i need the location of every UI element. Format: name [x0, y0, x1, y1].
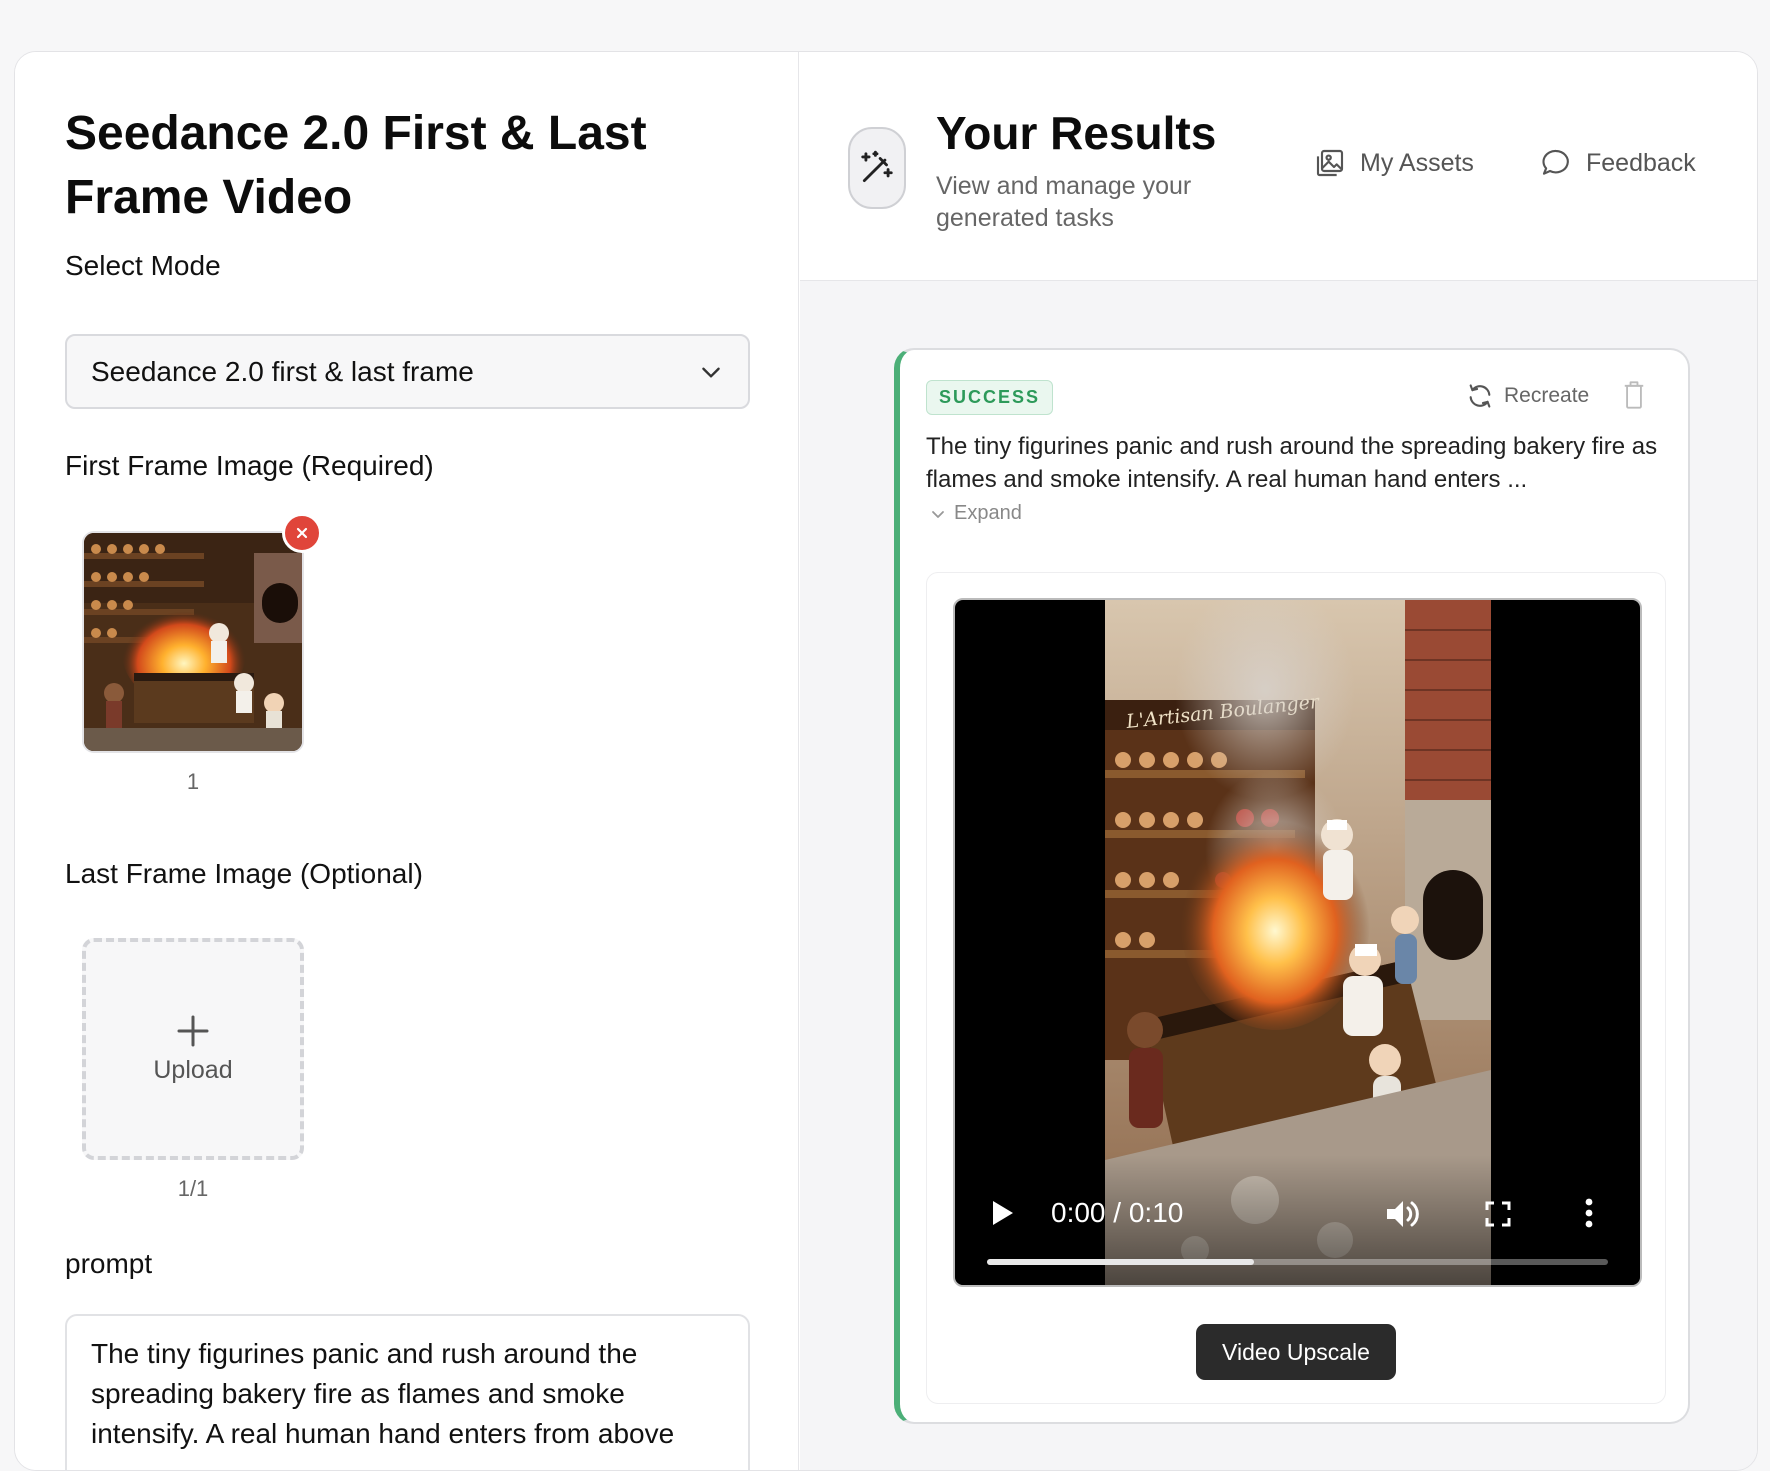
play-icon [993, 1201, 1013, 1225]
status-badge: SUCCESS [926, 380, 1054, 415]
upload-label: Upload [153, 1055, 233, 1084]
fullscreen-icon [1485, 1201, 1511, 1227]
more-options-button[interactable] [1583, 1197, 1595, 1234]
feedback-label: Feedback [1586, 148, 1696, 177]
my-assets-link[interactable]: My Assets [1314, 147, 1474, 179]
video-container: L'Artisan Boulanger [926, 572, 1666, 1404]
play-button[interactable] [991, 1199, 1015, 1232]
refresh-icon [1469, 384, 1491, 408]
first-frame-count: 1 [186, 769, 200, 794]
mode-select-value: Seedance 2.0 first & last frame [91, 355, 474, 387]
last-frame-upload-button[interactable]: Upload [82, 938, 304, 1160]
first-frame-label: First Frame Image (Required) [65, 450, 434, 481]
page-title: Seedance 2.0 First & Last Frame Video [65, 107, 647, 224]
chevron-down-icon [932, 510, 944, 518]
fullscreen-button[interactable] [1485, 1201, 1511, 1232]
magic-wand-icon [861, 150, 893, 183]
last-frame-count: 1/1 [177, 1176, 209, 1201]
volume-button[interactable] [1385, 1197, 1421, 1236]
recreate-label: Recreate [1504, 384, 1590, 407]
prompt-label: prompt [65, 1248, 153, 1279]
gallery-icon [1316, 149, 1344, 177]
my-assets-label: My Assets [1360, 148, 1474, 177]
results-panel: Your Results View and manage your genera… [800, 52, 1757, 1470]
app-window: Seedance 2.0 First & Last Frame Video Se… [14, 51, 1758, 1471]
prompt-textarea[interactable]: The tiny figurines panic and rush around… [65, 1314, 750, 1470]
current-time: 0:00 [1051, 1197, 1106, 1228]
duration: 0:10 [1128, 1197, 1184, 1228]
chevron-down-icon [702, 367, 720, 378]
results-header: Your Results View and manage your genera… [800, 52, 1757, 281]
result-card: SUCCESS Recreate The tiny figurines pani… [894, 348, 1690, 1424]
time-separator: / [1113, 1197, 1122, 1228]
first-frame-image [82, 531, 304, 753]
video-time: 0:00 / 0:10 [1051, 1197, 1183, 1229]
volume-icon [1387, 1201, 1419, 1227]
result-prompt-preview: The tiny figurines panic and rush around… [926, 433, 1658, 493]
video-progress-bar[interactable] [987, 1259, 1608, 1265]
video-upscale-button[interactable]: Video Upscale [1196, 1324, 1396, 1380]
chat-bubble-icon [1542, 149, 1569, 175]
results-title: Your Results [936, 107, 1217, 159]
more-vertical-icon [1585, 1198, 1593, 1228]
feedback-link[interactable]: Feedback [1540, 147, 1696, 179]
expand-toggle[interactable]: Expand [930, 502, 1022, 525]
mode-select[interactable]: Seedance 2.0 first & last frame [65, 334, 750, 409]
close-icon [296, 527, 308, 539]
results-subtitle: View and manage your generated tasks [936, 172, 1192, 232]
select-mode-label: Select Mode [65, 250, 221, 281]
video-controls: 0:00 / 0:10 [955, 1155, 1640, 1285]
video-player[interactable]: L'Artisan Boulanger [953, 598, 1642, 1287]
last-frame-label: Last Frame Image (Optional) [65, 858, 423, 889]
plus-icon [177, 1015, 209, 1046]
video-buffered-bar [987, 1259, 1255, 1265]
generation-form-panel: Seedance 2.0 First & Last Frame Video Se… [15, 52, 799, 1470]
recreate-button[interactable]: Recreate [1466, 382, 1589, 410]
trash-icon [1624, 381, 1644, 409]
remove-image-button[interactable] [282, 513, 322, 553]
first-frame-thumbnail[interactable] [82, 513, 322, 753]
expand-label: Expand [954, 502, 1022, 524]
magic-wand-button[interactable] [848, 127, 906, 209]
delete-button[interactable] [1622, 380, 1646, 415]
